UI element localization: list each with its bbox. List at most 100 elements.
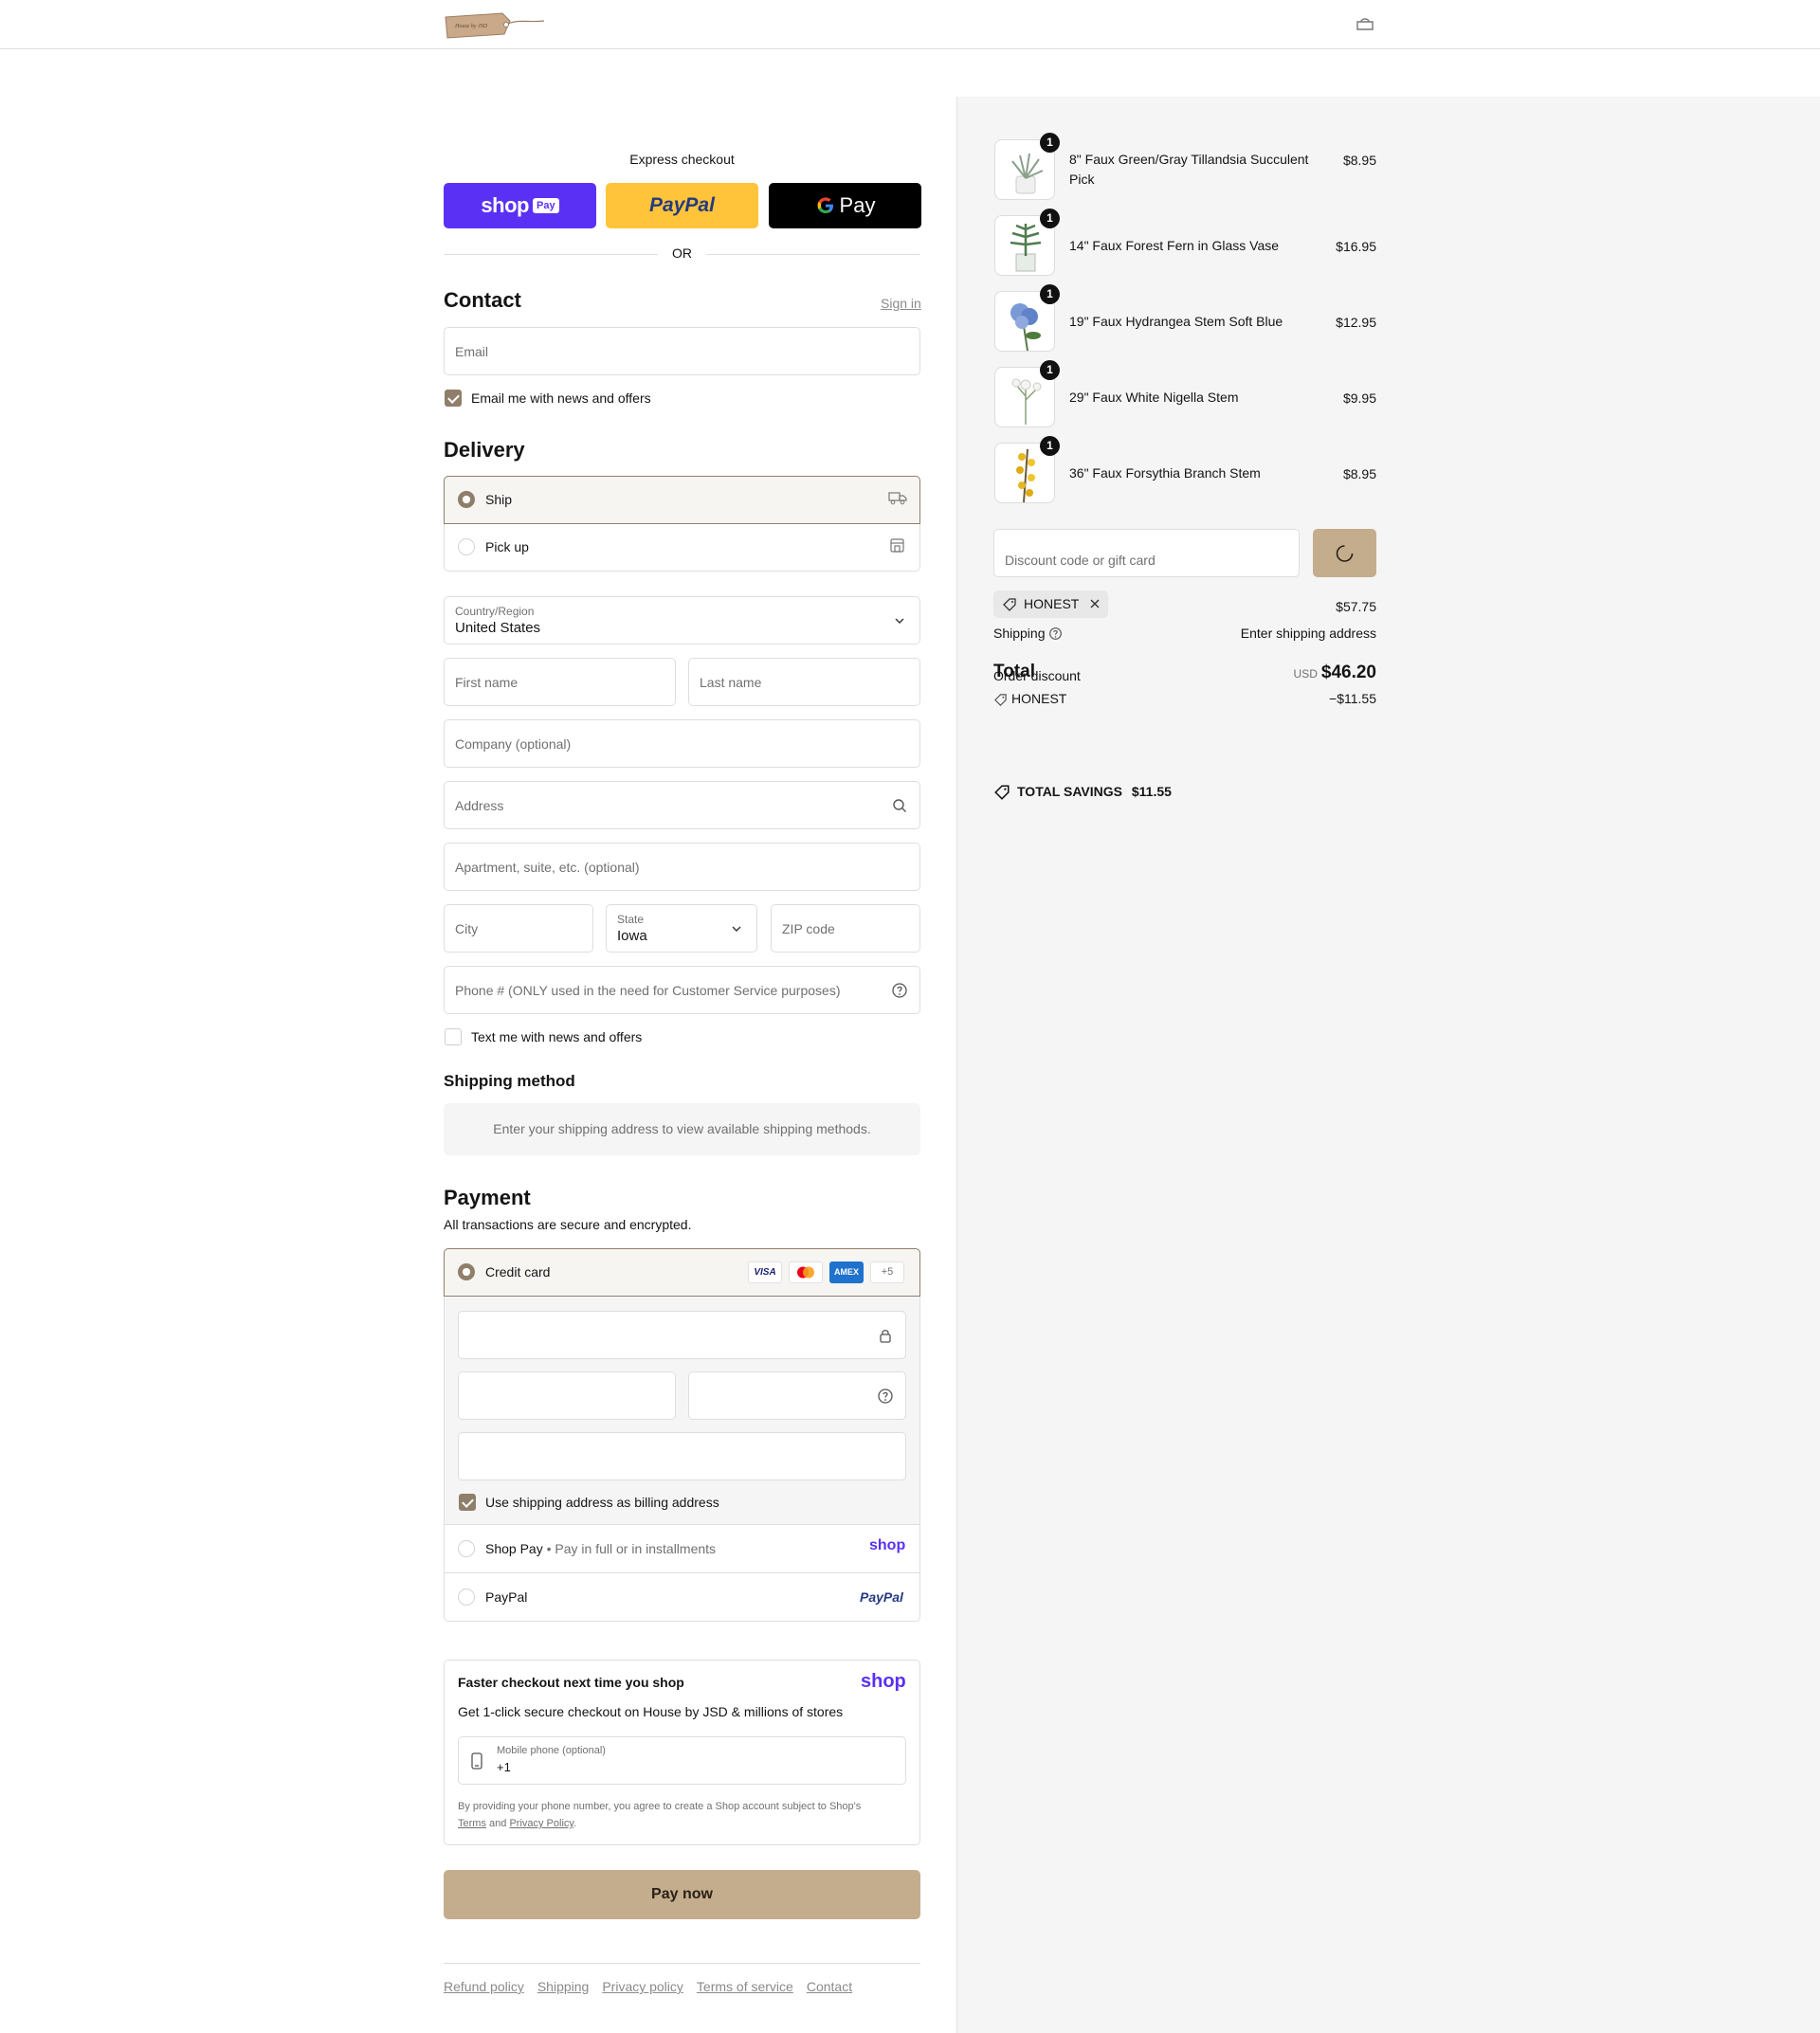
shipping-method-notice: Enter your shipping address to view avai… bbox=[444, 1103, 920, 1155]
shop-promo-subtitle: Get 1-click secure checkout on House by … bbox=[458, 1704, 844, 1719]
applied-discount-chip: HONEST bbox=[993, 590, 1108, 618]
zip-field[interactable]: ZIP code bbox=[771, 904, 920, 953]
ship-radio[interactable] bbox=[458, 491, 475, 508]
total-savings-label: TOTAL SAVINGS bbox=[1017, 784, 1122, 799]
discount-code-field[interactable]: Discount code or gift card bbox=[993, 529, 1300, 577]
product-name: 19" Faux Hydrangea Stem Soft Blue bbox=[1069, 314, 1283, 329]
delivery-heading: Delivery bbox=[444, 438, 525, 462]
first-name-field[interactable]: First name bbox=[444, 658, 676, 706]
email-news-checkbox[interactable] bbox=[445, 390, 462, 407]
zip-placeholder: ZIP code bbox=[782, 921, 835, 936]
google-pay-button[interactable]: Pay bbox=[769, 183, 921, 228]
product-thumbnail: 1 bbox=[994, 133, 1060, 200]
last-name-field[interactable]: Last name bbox=[688, 658, 920, 706]
subtotal-value: $57.75 bbox=[1336, 599, 1376, 614]
state-label: State bbox=[617, 913, 645, 926]
product-thumbnail: 1 bbox=[994, 284, 1060, 352]
discount-placeholder: Discount code or gift card bbox=[1005, 553, 1156, 568]
city-field[interactable]: City bbox=[444, 904, 593, 953]
credit-card-radio[interactable] bbox=[458, 1263, 475, 1280]
apply-discount-button[interactable] bbox=[1313, 529, 1376, 577]
refund-policy-link[interactable]: Refund policy bbox=[444, 1979, 524, 1994]
total-amount: USD $46.20 bbox=[1187, 663, 1376, 683]
total-currency: USD bbox=[1293, 667, 1318, 681]
product-name: 14" Faux Forest Fern in Glass Vase bbox=[1069, 238, 1280, 253]
billing-address-label: Use shipping address as billing address bbox=[485, 1495, 719, 1510]
divider-left bbox=[444, 254, 658, 255]
address-placeholder: Address bbox=[455, 798, 504, 813]
quantity-badge: 1 bbox=[1040, 360, 1060, 380]
help-icon[interactable] bbox=[877, 1388, 894, 1405]
address-field[interactable]: Address bbox=[444, 781, 920, 829]
store-logo[interactable]: House by JSD bbox=[444, 9, 546, 40]
paypal-wordmark: PayPal bbox=[649, 194, 715, 216]
privacy-policy-footer-link[interactable]: Privacy policy bbox=[602, 1979, 683, 1994]
product-price: $9.95 bbox=[1342, 390, 1376, 406]
country-select[interactable]: Country/Region United States bbox=[444, 596, 920, 644]
footer-links: Refund policy Shipping Privacy policy Terms… bbox=[444, 1979, 865, 1994]
chevron-down-icon bbox=[891, 612, 908, 629]
quantity-badge: 1 bbox=[1040, 133, 1060, 153]
delivery-option-ship[interactable] bbox=[444, 476, 920, 524]
privacy-policy-link[interactable]: Privacy Policy bbox=[509, 1818, 573, 1829]
phone-icon bbox=[470, 1752, 483, 1772]
product-price: $16.95 bbox=[1336, 239, 1376, 254]
company-field[interactable]: Company (optional) bbox=[444, 719, 920, 768]
total-label: Total bbox=[993, 662, 1035, 681]
sign-in-link[interactable]: Sign in bbox=[881, 296, 921, 311]
product-price: $8.95 bbox=[1342, 153, 1376, 168]
state-select[interactable]: State Iowa bbox=[606, 904, 757, 953]
contact-heading: Contact bbox=[444, 288, 521, 312]
card-number-field[interactable] bbox=[458, 1311, 906, 1359]
help-icon[interactable] bbox=[1048, 626, 1063, 644]
card-cvv-field[interactable] bbox=[688, 1371, 906, 1420]
quantity-badge: 1 bbox=[1040, 436, 1060, 456]
phone-placeholder: Phone # (ONLY used in the need for Custo… bbox=[455, 983, 841, 998]
billing-address-checkbox[interactable] bbox=[459, 1494, 476, 1511]
amex-icon: AMEX bbox=[829, 1262, 864, 1283]
help-icon[interactable] bbox=[891, 982, 908, 999]
discount-code-label: HONEST bbox=[1011, 691, 1067, 706]
bag-icon[interactable] bbox=[1355, 17, 1375, 32]
shipping-method-heading: Shipping method bbox=[444, 1072, 575, 1090]
text-news-checkbox[interactable] bbox=[445, 1028, 462, 1045]
shop-pay-button[interactable]: shop Pay bbox=[444, 183, 596, 228]
ship-label: Ship bbox=[485, 492, 513, 507]
pay-now-button[interactable]: Pay now bbox=[444, 1870, 920, 1919]
contact-link[interactable]: Contact bbox=[807, 1979, 852, 1994]
or-divider-label: OR bbox=[672, 245, 692, 261]
divider-right bbox=[706, 254, 920, 255]
first-name-placeholder: First name bbox=[455, 675, 519, 690]
country-value: United States bbox=[455, 620, 541, 636]
terms-of-service-link[interactable]: Terms of service bbox=[697, 1979, 793, 1994]
google-pay-wordmark: Pay bbox=[839, 193, 876, 217]
email-field[interactable]: Email bbox=[444, 327, 920, 375]
state-value: Iowa bbox=[617, 928, 647, 944]
mastercard-icon bbox=[789, 1262, 823, 1283]
delivery-option-pickup[interactable] bbox=[444, 524, 920, 572]
phone-field[interactable]: Phone # (ONLY used in the need for Custo… bbox=[444, 966, 920, 1014]
paypal-button[interactable]: PayPal bbox=[606, 183, 758, 228]
mobile-phone-field[interactable]: Mobile phone (optional) +1 bbox=[458, 1736, 906, 1785]
footer-divider bbox=[444, 1963, 920, 1964]
legal-text: By providing your phone number, you agre… bbox=[458, 1801, 862, 1812]
terms-link[interactable]: Terms bbox=[458, 1818, 486, 1829]
apartment-placeholder: Apartment, suite, etc. (optional) bbox=[455, 860, 640, 875]
total-savings-value: $11.55 bbox=[1131, 784, 1172, 799]
email-placeholder: Email bbox=[455, 344, 489, 359]
shop-pay-radio[interactable] bbox=[458, 1540, 475, 1557]
close-icon[interactable] bbox=[1088, 597, 1101, 613]
product-name: 29" Faux White Nigella Stem bbox=[1069, 390, 1239, 405]
card-expiry-field[interactable] bbox=[458, 1371, 676, 1420]
product-price: $8.95 bbox=[1342, 466, 1376, 481]
store-logo-text: House by JSD bbox=[454, 24, 488, 29]
paypal-radio[interactable] bbox=[458, 1588, 475, 1606]
shop-pay-option: Shop Pay • Pay in full or in installment… bbox=[485, 1541, 716, 1556]
shipping-policy-link[interactable]: Shipping bbox=[537, 1979, 590, 1994]
apartment-field[interactable]: Apartment, suite, etc. (optional) bbox=[444, 843, 920, 891]
shop-promo-title: Faster checkout next time you shop bbox=[458, 1675, 684, 1690]
legal-end: . bbox=[573, 1818, 577, 1829]
lock-icon bbox=[877, 1327, 894, 1344]
card-name-field[interactable] bbox=[458, 1432, 906, 1480]
loading-spinner-icon bbox=[1336, 545, 1354, 562]
